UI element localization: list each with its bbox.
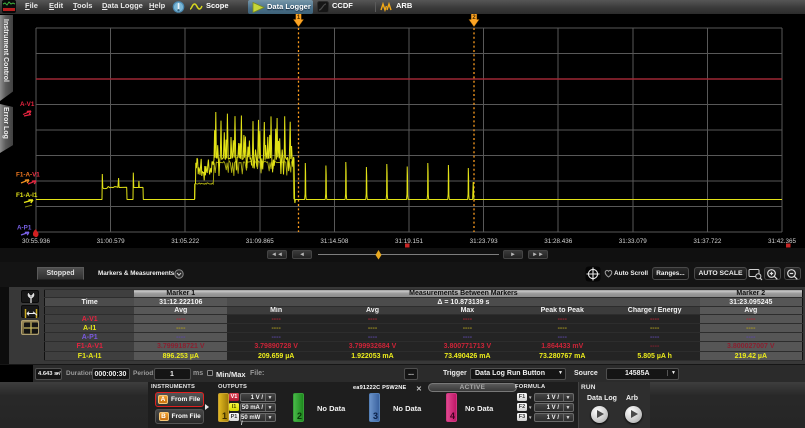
svg-text:31:00.579: 31:00.579 [97,238,126,245]
svg-text:31:05.222: 31:05.222 [171,238,200,245]
svg-text:31:14.508: 31:14.508 [320,238,349,245]
svg-text:A-V1: A-V1 [20,101,35,108]
svg-text:31:09.865: 31:09.865 [246,238,275,245]
svg-text:F1-A-I1: F1-A-I1 [16,192,38,199]
svg-text:31:23.793: 31:23.793 [470,238,499,245]
svg-text:F1-A-V1: F1-A-V1 [16,172,40,179]
svg-text:31:28.436: 31:28.436 [544,238,573,245]
svg-text:A-P1: A-P1 [17,225,32,232]
svg-text:31:37.722: 31:37.722 [693,238,722,245]
svg-text:30:55.936: 30:55.936 [22,238,51,245]
svg-text:31:42.365: 31:42.365 [768,238,797,245]
svg-text:31:33.079: 31:33.079 [619,238,648,245]
